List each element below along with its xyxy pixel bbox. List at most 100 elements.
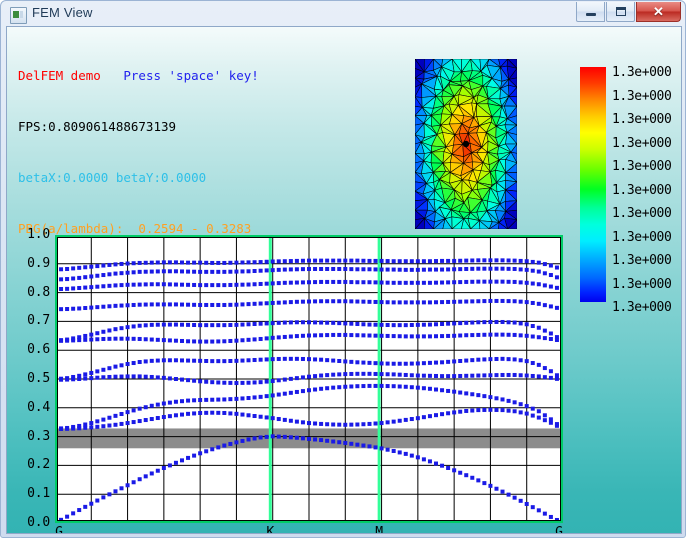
band-data-point bbox=[300, 280, 305, 285]
band-data-point bbox=[434, 300, 438, 305]
band-data-point bbox=[385, 259, 390, 264]
band-data-point bbox=[71, 306, 76, 311]
band-data-point bbox=[107, 272, 112, 277]
band-data-point bbox=[240, 412, 245, 417]
band-data-point bbox=[77, 373, 82, 378]
band-data-point bbox=[264, 379, 269, 384]
band-data-point bbox=[89, 337, 94, 342]
close-button[interactable]: ✕ bbox=[636, 2, 681, 22]
band-data-point bbox=[300, 420, 305, 425]
band-data-point bbox=[337, 266, 342, 271]
band-structure-plot[interactable] bbox=[55, 235, 563, 523]
minimize-button[interactable] bbox=[576, 2, 605, 22]
band-data-point bbox=[264, 281, 269, 286]
band-data-point bbox=[319, 320, 324, 325]
band-data-point bbox=[440, 463, 445, 468]
band-data-point bbox=[536, 415, 541, 420]
band-data-point bbox=[434, 322, 438, 327]
band-data-point bbox=[222, 410, 227, 415]
band-data-point bbox=[415, 322, 420, 327]
band-data-point bbox=[458, 267, 463, 272]
band-data-point bbox=[542, 511, 547, 516]
band-data-point bbox=[252, 269, 257, 273]
band-data-point bbox=[149, 282, 154, 287]
band-data-point bbox=[385, 267, 390, 272]
band-data-point bbox=[403, 300, 408, 305]
fem-mesh-field[interactable] bbox=[415, 59, 517, 229]
band-data-point bbox=[59, 277, 64, 282]
band-data-point bbox=[458, 359, 463, 363]
band-data-point bbox=[107, 304, 112, 309]
band-data-point bbox=[173, 460, 178, 465]
band-data-point bbox=[119, 303, 124, 308]
band-data-point bbox=[349, 384, 354, 389]
band-data-point bbox=[331, 385, 336, 390]
band-data-point bbox=[391, 300, 396, 305]
band-data-point bbox=[198, 339, 203, 344]
band-data-point bbox=[506, 408, 511, 413]
band-data-point bbox=[137, 323, 142, 328]
band-data-point bbox=[452, 280, 457, 285]
x-tick-label: K bbox=[266, 525, 275, 534]
gl-viewport[interactable]: DelFEM demo Press 'space' key! FPS:0.809… bbox=[7, 27, 681, 533]
band-data-point bbox=[488, 319, 493, 324]
band-data-point bbox=[361, 422, 366, 427]
band-data-point bbox=[101, 304, 106, 309]
band-data-point bbox=[476, 279, 481, 284]
band-data-point bbox=[252, 357, 257, 362]
band-data-point bbox=[361, 258, 366, 263]
band-data-point bbox=[246, 322, 251, 327]
band-data-point bbox=[421, 457, 426, 462]
title-bar[interactable]: FEM View ✕ bbox=[1, 1, 686, 28]
band-data-point bbox=[343, 384, 348, 389]
band-data-point bbox=[161, 338, 166, 343]
band-data-point bbox=[216, 410, 221, 415]
band-data-point bbox=[294, 267, 299, 272]
band-data-point bbox=[71, 286, 76, 291]
band-data-point bbox=[270, 268, 275, 273]
band-data-point bbox=[331, 358, 336, 363]
band-data-point bbox=[59, 338, 64, 343]
band-data-point bbox=[258, 414, 263, 419]
band-data-point bbox=[276, 356, 281, 361]
band-data-point bbox=[258, 435, 263, 440]
band-data-point bbox=[113, 327, 118, 332]
band-data-point bbox=[270, 300, 275, 305]
band-data-point bbox=[446, 465, 451, 470]
band-data-point bbox=[222, 397, 227, 402]
band-data-point bbox=[373, 445, 378, 450]
band-data-point bbox=[246, 260, 251, 265]
band-data-point bbox=[512, 495, 517, 500]
band-data-point bbox=[548, 331, 553, 336]
band-data-point bbox=[252, 414, 257, 419]
band-data-point bbox=[228, 302, 233, 307]
band-data-point bbox=[524, 501, 529, 506]
maximize-button[interactable] bbox=[606, 2, 635, 22]
band-data-point bbox=[325, 333, 330, 338]
band-data-point bbox=[313, 374, 318, 379]
band-data-point bbox=[536, 282, 541, 287]
band-data-point bbox=[107, 328, 112, 333]
band-data-point bbox=[186, 339, 191, 344]
band-data-point bbox=[198, 323, 203, 328]
band-data-point bbox=[367, 299, 372, 304]
band-data-point bbox=[113, 283, 118, 288]
band-data-point bbox=[276, 267, 281, 272]
band-data-point bbox=[180, 322, 184, 327]
band-data-point bbox=[252, 380, 257, 385]
y-tick-label: 0.9 bbox=[27, 255, 50, 271]
band-data-point bbox=[155, 282, 160, 287]
band-data-point bbox=[325, 438, 330, 443]
band-data-point bbox=[446, 280, 451, 285]
window-title: FEM View bbox=[32, 5, 93, 20]
band-data-point bbox=[240, 322, 245, 327]
x-tick-label: G bbox=[555, 525, 563, 534]
band-data-point bbox=[379, 446, 384, 451]
band-data-point bbox=[554, 285, 559, 290]
band-data-point bbox=[270, 281, 275, 286]
band-data-point bbox=[137, 302, 142, 307]
band-data-point bbox=[89, 370, 94, 375]
band-data-point bbox=[204, 260, 209, 265]
band-data-point bbox=[125, 336, 130, 341]
band-data-point bbox=[246, 358, 251, 363]
